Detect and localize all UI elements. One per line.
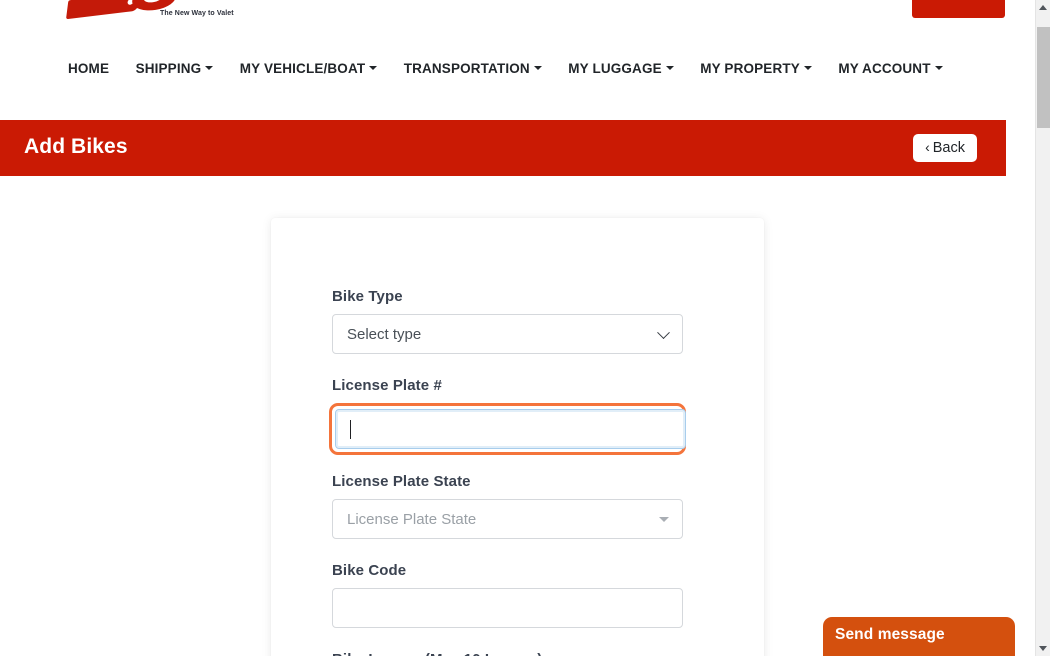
site-logo[interactable]: The New Way to Valet	[60, 0, 234, 28]
page-banner: Add Bikes ‹ Back	[0, 120, 1006, 176]
chevron-down-icon	[369, 66, 378, 71]
license-plate-label: License Plate #	[332, 377, 442, 394]
bike-type-label: Bike Type	[332, 288, 403, 305]
chevron-down-icon	[657, 326, 670, 340]
field-license-plate-state: License Plate State License Plate State	[332, 473, 683, 539]
add-bikes-form-card: Bike Type Select type License Plate # Li…	[271, 218, 764, 656]
content-area: Bike Type Select type License Plate # Li…	[0, 176, 1006, 656]
nav-item-home[interactable]: HOME	[68, 60, 109, 78]
nav-item-my-property[interactable]: MY PROPERTY	[700, 60, 812, 78]
field-bike-type: Bike Type Select type	[332, 288, 683, 354]
nav-item-my-vehicle-boat[interactable]: MY VEHICLE/BOAT	[240, 60, 378, 78]
license-plate-state-value: License Plate State	[347, 510, 477, 528]
license-plate-focus-ring	[329, 403, 686, 455]
scroll-up-arrow-icon[interactable]	[1036, 0, 1050, 15]
triangle-up-icon	[1039, 5, 1047, 10]
header-cta-button[interactable]	[912, 0, 1005, 18]
field-license-plate: License Plate #	[329, 377, 686, 455]
add-bikes-form: Bike Type Select type License Plate # Li…	[329, 288, 686, 656]
main-navigation: HOME SHIPPING MY VEHICLE/BOAT TRANSPORTA…	[0, 60, 1035, 88]
scroll-down-arrow-icon[interactable]	[1036, 641, 1050, 656]
license-plate-input[interactable]	[335, 409, 686, 449]
bike-code-input[interactable]	[332, 588, 683, 628]
bike-type-select[interactable]: Select type	[332, 314, 683, 354]
field-bike-images: Bike Images (Max 10 Images)	[332, 651, 683, 656]
logo-tag-icon	[66, 0, 140, 20]
nav-item-label: MY VEHICLE/BOAT	[239, 61, 366, 76]
vertical-scrollbar[interactable]	[1035, 0, 1050, 656]
chat-widget-label: Send message	[835, 626, 945, 643]
bike-images-label: Bike Images (Max 10 Images)	[332, 651, 683, 656]
logo-tagline: The New Way to Valet	[160, 10, 234, 17]
scrollbar-thumb[interactable]	[1037, 27, 1050, 128]
chevron-left-icon: ‹	[925, 139, 930, 155]
chevron-down-icon	[803, 66, 812, 71]
chevron-down-icon	[665, 66, 674, 71]
back-button[interactable]: ‹ Back	[913, 134, 977, 162]
chevron-down-icon	[934, 66, 943, 71]
nav-item-label: MY LUGGAGE	[568, 61, 662, 76]
chevron-down-icon	[533, 66, 542, 71]
nav-item-my-account[interactable]: MY ACCOUNT	[838, 60, 943, 78]
site-header: The New Way to Valet HOME SHIPPING MY VE…	[0, 0, 1035, 120]
field-bike-code: Bike Code	[332, 562, 683, 628]
browser-viewport: The New Way to Valet HOME SHIPPING MY VE…	[0, 0, 1050, 656]
nav-item-my-luggage[interactable]: MY LUGGAGE	[568, 60, 674, 78]
nav-item-label: TRANSPORTATION	[403, 61, 530, 76]
nav-item-label: MY ACCOUNT	[838, 61, 931, 76]
chevron-down-icon	[205, 66, 214, 71]
nav-item-shipping[interactable]: SHIPPING	[136, 60, 214, 78]
text-cursor	[350, 419, 351, 439]
nav-item-transportation[interactable]: TRANSPORTATION	[404, 60, 542, 78]
bike-code-label: Bike Code	[332, 562, 407, 579]
nav-item-label: HOME	[68, 61, 110, 76]
nav-item-label: SHIPPING	[135, 61, 202, 76]
license-plate-state-label: License Plate State	[332, 473, 471, 490]
bike-type-value: Select type	[347, 325, 422, 343]
page-content: The New Way to Valet HOME SHIPPING MY VE…	[0, 0, 1035, 656]
page-title: Add Bikes	[24, 135, 128, 158]
triangle-down-icon	[1039, 646, 1047, 651]
license-plate-state-select[interactable]: License Plate State	[332, 499, 683, 539]
triangle-down-icon	[659, 517, 669, 522]
chat-widget[interactable]: Send message	[823, 617, 1015, 656]
nav-item-label: MY PROPERTY	[700, 61, 800, 76]
back-button-label: Back	[932, 139, 965, 156]
